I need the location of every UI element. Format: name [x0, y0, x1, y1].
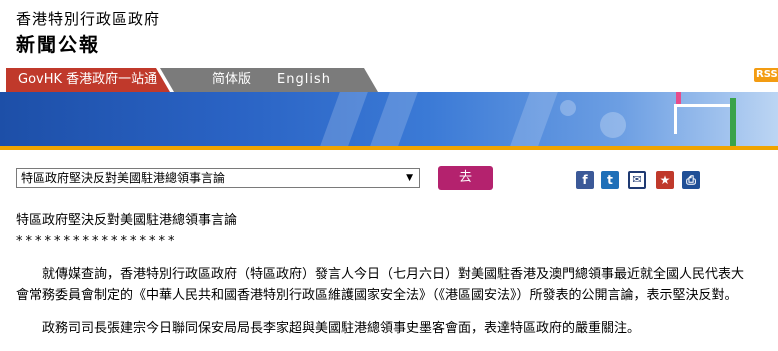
- banner-divider: [0, 146, 778, 150]
- top-navbar: GovHK 香港政府一站通 简体版 English: [0, 68, 778, 92]
- article-body: 特區政府堅決反對美國駐港總領事言論 ***************** 就傳媒查…: [16, 210, 756, 351]
- banner-accent: [730, 98, 736, 146]
- banner-stripe: [370, 92, 418, 146]
- twitter-icon[interactable]: t: [601, 171, 619, 189]
- simplified-chinese-link[interactable]: 简体版: [212, 68, 251, 92]
- banner-stripe: [320, 92, 368, 146]
- press-release-select[interactable]: 特區政府堅決反對美國駐港總領事言論 ▼: [16, 168, 420, 188]
- banner-circle: [600, 112, 626, 138]
- article-headline: 特區政府堅決反對美國駐港總領事言論: [16, 213, 238, 228]
- select-value: 特區政府堅決反對美國駐港總領事言論: [21, 171, 226, 185]
- go-button[interactable]: 去: [438, 166, 493, 190]
- email-icon[interactable]: ✉: [628, 171, 646, 189]
- chevron-down-icon: ▼: [406, 173, 413, 183]
- govhk-link[interactable]: GovHK 香港政府一站通: [6, 68, 170, 92]
- facebook-icon[interactable]: f: [576, 171, 594, 189]
- bookmark-icon[interactable]: ★: [656, 171, 674, 189]
- header-banner: [0, 92, 778, 146]
- rss-icon[interactable]: RSS: [754, 68, 778, 82]
- headline-separator: *****************: [16, 234, 178, 249]
- page-header: 香港特別行政區政府 新聞公報: [0, 0, 778, 68]
- article-paragraph: 政務司司長張建宗今日聯同保安局局長李家超與美國駐港總領事史墨客會面，表達特區政府…: [42, 321, 641, 336]
- english-link[interactable]: English: [277, 68, 331, 92]
- banner-circle: [560, 100, 576, 116]
- banner-frame: [674, 104, 736, 134]
- site-title: 香港特別行政區政府: [16, 10, 161, 28]
- site-subtitle[interactable]: 新聞公報: [16, 30, 100, 57]
- banner-stripe: [510, 92, 558, 146]
- print-icon[interactable]: ⎙: [682, 171, 700, 189]
- language-bar: [160, 68, 378, 92]
- article-paragraph: 就傳媒查詢，香港特別行政區政府（特區政府）發言人今日（七月六日）對美國駐香港及澳…: [16, 267, 745, 303]
